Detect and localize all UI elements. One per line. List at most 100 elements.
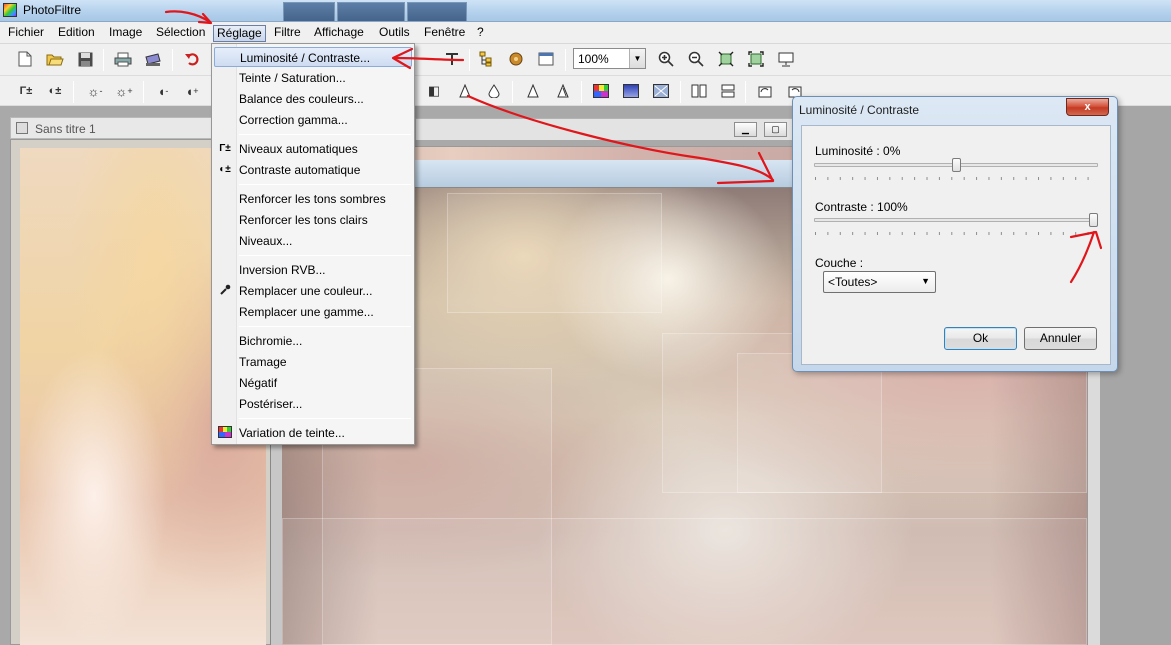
toolbar-separator bbox=[73, 81, 74, 103]
menu-item-label: Inversion RVB... bbox=[239, 263, 326, 277]
minimize-icon[interactable]: ▁ bbox=[734, 122, 757, 137]
contrast-slider-track[interactable] bbox=[814, 218, 1098, 222]
text-tool-icon[interactable] bbox=[441, 48, 463, 70]
undo-icon[interactable] bbox=[181, 48, 203, 70]
menu-item-label: Luminosité / Contraste... bbox=[240, 51, 371, 65]
menu-edition[interactable]: Edition bbox=[55, 25, 98, 42]
menu-item-teinte-saturation[interactable]: Teinte / Saturation... bbox=[214, 68, 412, 88]
menu-reglage[interactable]: Réglage bbox=[213, 25, 266, 42]
layer-select[interactable]: <Toutes> ▼ bbox=[823, 271, 936, 293]
menu-item-label: Tramage bbox=[239, 355, 287, 369]
fullscreen-icon[interactable] bbox=[775, 48, 797, 70]
menu-item-niveaux[interactable]: Niveaux... bbox=[214, 231, 412, 251]
blur-drop-icon[interactable] bbox=[483, 80, 505, 102]
menu-item-balance-couleurs[interactable]: Balance des couleurs... bbox=[214, 89, 412, 109]
zoom-out-icon[interactable] bbox=[685, 48, 707, 70]
auto-levels-icon[interactable]: Γ± bbox=[15, 80, 37, 102]
menu-item-remplacer-gamme[interactable]: Remplacer une gamme... bbox=[214, 302, 412, 322]
brightness-up-icon[interactable]: ☼ + bbox=[113, 80, 135, 102]
menu-separator bbox=[239, 326, 411, 327]
mirror-horizontal-icon[interactable] bbox=[688, 80, 710, 102]
contrast-slider-thumb[interactable] bbox=[1089, 213, 1098, 227]
cancel-button[interactable]: Annuler bbox=[1024, 327, 1097, 350]
menu-item-inversion-rvb[interactable]: Inversion RVB... bbox=[214, 260, 412, 280]
ok-button[interactable]: Ok bbox=[944, 327, 1017, 350]
menu-item-negatif[interactable]: Négatif bbox=[214, 373, 412, 393]
save-icon[interactable] bbox=[74, 48, 96, 70]
menu-separator bbox=[239, 418, 411, 419]
toolbar-separator bbox=[581, 81, 582, 103]
plugin-puzzle-icon[interactable] bbox=[505, 48, 527, 70]
auto-contrast-icon[interactable]: ◐± bbox=[44, 80, 66, 102]
tree-explorer-icon[interactable] bbox=[475, 48, 497, 70]
menu-filtre[interactable]: Filtre bbox=[271, 25, 304, 42]
menu-item-luminosite-contraste[interactable]: Luminosité / Contraste... bbox=[214, 47, 412, 67]
toolbar-separator bbox=[565, 49, 566, 71]
gradient-icon[interactable] bbox=[620, 80, 642, 102]
menu-item-renforcer-sombres[interactable]: Renforcer les tons sombres bbox=[214, 189, 412, 209]
color-variation-icon[interactable] bbox=[590, 80, 612, 102]
toolbar-separator bbox=[172, 49, 173, 71]
taskbar-tab[interactable] bbox=[407, 2, 467, 21]
menubar: Fichier Edition Image Sélection Réglage … bbox=[0, 22, 1171, 44]
taskbar-tab[interactable] bbox=[283, 2, 335, 21]
menu-item-label: Correction gamma... bbox=[239, 113, 348, 127]
dialog-title: Luminosité / Contraste bbox=[799, 103, 920, 117]
image-block bbox=[447, 193, 662, 313]
menu-separator bbox=[239, 255, 411, 256]
soften-icon[interactable] bbox=[552, 80, 574, 102]
zoom-in-icon[interactable] bbox=[655, 48, 677, 70]
menu-selection[interactable]: Sélection bbox=[153, 25, 208, 42]
document-titlebar[interactable]: ▁ ▢ bbox=[415, 118, 795, 140]
mirror-vertical-icon[interactable] bbox=[717, 80, 739, 102]
menu-item-remplacer-couleur[interactable]: Remplacer une couleur... bbox=[214, 281, 412, 301]
menu-help[interactable]: ? bbox=[474, 25, 487, 42]
image-block bbox=[282, 518, 1087, 645]
menu-item-label: Postériser... bbox=[239, 397, 303, 411]
color-palette-icon bbox=[217, 426, 233, 440]
toolbar-separator bbox=[512, 81, 513, 103]
contrast-up-icon[interactable]: ◖ + bbox=[181, 80, 203, 102]
flip-icon[interactable]: ◧ bbox=[423, 80, 445, 102]
texture-icon[interactable] bbox=[650, 80, 672, 102]
menu-item-niveaux-automatiques[interactable]: Γ± Niveaux automatiques bbox=[214, 139, 412, 159]
menu-outils[interactable]: Outils bbox=[376, 25, 413, 42]
maximize-icon[interactable]: ▢ bbox=[764, 122, 787, 137]
taskbar-tab[interactable] bbox=[337, 2, 405, 21]
menu-item-renforcer-clairs[interactable]: Renforcer les tons clairs bbox=[214, 210, 412, 230]
reglage-menu: Luminosité / Contraste... Teinte / Satur… bbox=[211, 43, 415, 445]
menu-fenetre[interactable]: Fenêtre bbox=[421, 25, 468, 42]
sharpen-more-icon[interactable] bbox=[522, 80, 544, 102]
menu-item-posteriser[interactable]: Postériser... bbox=[214, 394, 412, 414]
brightness-down-icon[interactable]: ☼ - bbox=[84, 80, 106, 102]
window-icon[interactable] bbox=[535, 48, 557, 70]
menu-separator bbox=[239, 134, 411, 135]
print-icon[interactable] bbox=[112, 48, 134, 70]
menu-image[interactable]: Image bbox=[106, 25, 145, 42]
contrast-down-icon[interactable]: ◖ - bbox=[152, 80, 174, 102]
brightness-slider-thumb[interactable] bbox=[951, 158, 961, 172]
contrast-label: Contraste : 100% bbox=[815, 200, 908, 214]
menu-fichier[interactable]: Fichier bbox=[5, 25, 47, 42]
menu-affichage[interactable]: Affichage bbox=[311, 25, 367, 42]
fit-image-icon[interactable] bbox=[715, 48, 737, 70]
contrast-auto-icon: ◐± bbox=[219, 164, 231, 175]
chevron-down-icon[interactable]: ▼ bbox=[629, 49, 645, 68]
rotate-left-icon[interactable] bbox=[754, 80, 776, 102]
menu-item-correction-gamma[interactable]: Correction gamma... bbox=[214, 110, 412, 130]
zoom-select[interactable]: 100% ▼ bbox=[573, 48, 646, 69]
actual-size-icon[interactable] bbox=[745, 48, 767, 70]
menu-item-contraste-automatique[interactable]: ◐± Contraste automatique bbox=[214, 160, 412, 180]
open-folder-icon[interactable] bbox=[44, 48, 66, 70]
menu-item-tramage[interactable]: Tramage bbox=[214, 352, 412, 372]
close-button[interactable]: x bbox=[1066, 98, 1109, 116]
menu-item-bichromie[interactable]: Bichromie... bbox=[214, 331, 412, 351]
menu-item-variation-teinte[interactable]: Variation de teinte... bbox=[214, 423, 412, 443]
toolbar-separator bbox=[143, 81, 144, 103]
close-icon: x bbox=[1084, 101, 1091, 113]
sharpen-icon[interactable] bbox=[454, 80, 476, 102]
menu-item-label: Bichromie... bbox=[239, 334, 303, 348]
new-file-icon[interactable] bbox=[14, 48, 36, 70]
contrast-slider-ticks bbox=[815, 232, 1099, 235]
scanner-icon[interactable] bbox=[142, 48, 164, 70]
